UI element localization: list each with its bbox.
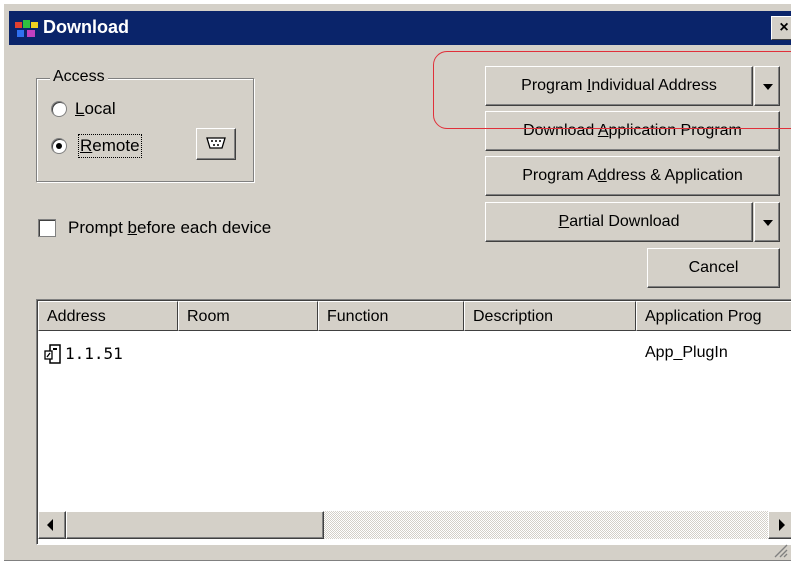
scroll-right-button[interactable] xyxy=(768,511,791,539)
scroll-thumb[interactable] xyxy=(66,511,324,539)
access-group-label: Access xyxy=(50,68,108,86)
column-header-address[interactable]: Address xyxy=(38,301,178,331)
close-button[interactable]: × xyxy=(771,16,791,40)
column-header-description[interactable]: Description xyxy=(464,301,636,331)
close-icon: × xyxy=(779,19,789,36)
program-address-application-button[interactable]: Program Address & Application xyxy=(485,156,780,196)
arrow-right-icon xyxy=(779,519,785,531)
resize-grip-icon[interactable] xyxy=(771,541,789,559)
partial-download-button[interactable]: Partial Download xyxy=(485,202,753,242)
local-radio-label[interactable]: Local xyxy=(75,99,116,119)
annotation-highlight xyxy=(433,51,791,129)
local-radio[interactable] xyxy=(51,101,67,117)
row-application: App_PlugIn xyxy=(645,344,728,361)
cancel-button[interactable]: Cancel xyxy=(647,248,780,288)
horizontal-scrollbar[interactable] xyxy=(38,511,791,539)
row-address: 1.1.51 xyxy=(65,344,123,363)
radio-selected-dot xyxy=(56,143,62,149)
prompt-checkbox-label[interactable]: Prompt before each device xyxy=(68,218,271,238)
scroll-left-button[interactable] xyxy=(38,511,66,539)
app-icon xyxy=(15,20,38,37)
remote-radio-label[interactable]: Remote xyxy=(78,134,142,158)
title-bar[interactable]: Download × xyxy=(9,11,791,45)
chevron-down-icon xyxy=(763,220,773,226)
remote-radio[interactable] xyxy=(51,138,67,154)
device-list[interactable]: Address Room Function Description Applic… xyxy=(36,299,791,545)
column-header-application-program[interactable]: Application Prog xyxy=(636,301,791,331)
partial-download-dropdown-button[interactable] xyxy=(754,202,780,242)
prompt-checkbox[interactable] xyxy=(38,219,56,237)
connector-icon xyxy=(206,137,226,149)
window-title: Download xyxy=(43,17,129,37)
device-icon xyxy=(44,344,61,364)
remote-settings-button[interactable] xyxy=(196,128,236,160)
column-header-function[interactable]: Function xyxy=(318,301,464,331)
column-header-room[interactable]: Room xyxy=(178,301,318,331)
arrow-left-icon xyxy=(47,519,53,531)
list-header: Address Room Function Description Applic… xyxy=(38,301,791,333)
